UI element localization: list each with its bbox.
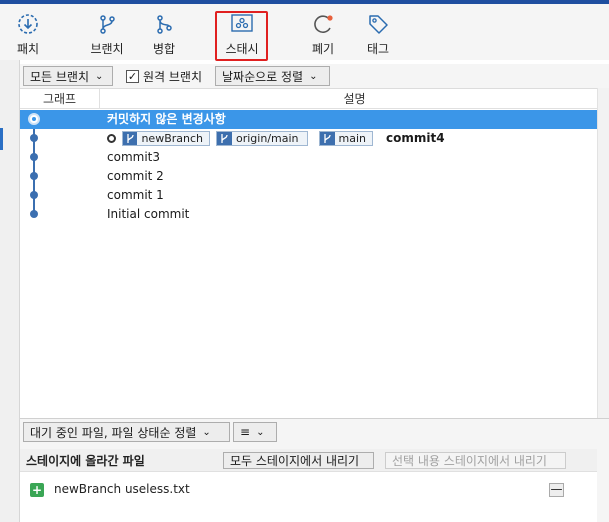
- unstage-selected-label: 선택 내용 스테이지에서 내리기: [392, 454, 547, 468]
- commit-node-icon: [30, 172, 38, 180]
- merge-icon: [153, 10, 175, 38]
- view-mode-dropdown[interactable]: ≡ ⌄: [233, 422, 277, 442]
- commit-message: 커밋하지 않은 변경사항: [107, 112, 226, 126]
- toolbar: 패치 브랜치 병합 스태시 폐기 태그: [0, 4, 609, 61]
- main-branch-tag-label: main: [338, 132, 366, 145]
- staging-panel: 대기 중인 파일, 파일 상태순 정렬 ⌄ ≡ ⌄ 스테이지에 올라간 파일 모…: [20, 418, 609, 522]
- added-file-icon: +: [30, 483, 44, 497]
- unstage-all-label: 모두 스테이지에서 내리기: [230, 454, 360, 468]
- main-branch-tag[interactable]: main: [319, 131, 373, 146]
- sort-dropdown[interactable]: 날짜순으로 정렬 ⌄: [215, 66, 330, 86]
- branch-label: 브랜치: [90, 42, 124, 56]
- filter-bar: 모든 브랜치 ⌄ ✓ 원격 브랜치 날짜순으로 정렬 ⌄: [20, 64, 609, 88]
- commit-node-icon: [30, 153, 38, 161]
- commit-node-icon: [30, 210, 38, 218]
- tag-label: 태그: [366, 42, 390, 56]
- branch-icon: [217, 132, 232, 145]
- discard-icon: [312, 10, 334, 38]
- head-marker-icon: [107, 134, 116, 143]
- column-header: 그래프 설명: [20, 89, 609, 109]
- remote-branches-label: 원격 브랜치: [143, 70, 203, 84]
- branch-tag-label: newBranch: [141, 132, 203, 145]
- working-copy-node-icon: [28, 113, 40, 125]
- branch-icon: [123, 132, 138, 145]
- chevron-down-icon: ⌄: [95, 70, 104, 82]
- remote-branches-checkbox[interactable]: ✓ 원격 브랜치: [126, 68, 202, 85]
- staged-files-header: 스테이지에 올라간 파일 모두 스테이지에서 내리기 선택 내용 스테이지에서 …: [20, 449, 597, 471]
- chevron-down-icon: ⌄: [256, 426, 265, 438]
- commit-button[interactable]: 패치: [6, 10, 50, 60]
- commit-label: 패치: [16, 42, 40, 56]
- chevron-down-icon: ⌄: [309, 70, 318, 82]
- file-name: newBranch useless.txt: [54, 482, 190, 496]
- remote-branch-tag-label: origin/main: [236, 132, 299, 145]
- commit-row[interactable]: commit 2: [20, 167, 609, 186]
- commit-row-uncommitted[interactable]: 커밋하지 않은 변경사항: [20, 110, 609, 129]
- commit-message: commit3: [107, 150, 160, 164]
- checkbox-checked-icon: ✓: [126, 70, 139, 83]
- unstage-selected-button[interactable]: 선택 내용 스테이지에서 내리기: [385, 452, 566, 469]
- commit-row[interactable]: Initial commit: [20, 205, 609, 224]
- commit-row[interactable]: commit3: [20, 148, 609, 167]
- branch-icon: [320, 132, 335, 145]
- sort-label: 날짜순으로 정렬: [222, 69, 304, 84]
- branch-filter-label: 모든 브랜치: [30, 69, 90, 84]
- commit-row[interactable]: newBranch origin/main main commit4: [20, 129, 609, 148]
- file-sort-label: 대기 중인 파일, 파일 상태순 정렬: [30, 425, 197, 440]
- staged-file-row[interactable]: + newBranch useless.txt —: [20, 480, 597, 500]
- stash-highlight: [215, 11, 268, 61]
- commit-message: commit 1: [107, 188, 164, 202]
- branch-filter-dropdown[interactable]: 모든 브랜치 ⌄: [23, 66, 113, 86]
- commit-icon: [17, 10, 39, 38]
- discard-button[interactable]: 폐기: [305, 10, 341, 60]
- file-sort-dropdown[interactable]: 대기 중인 파일, 파일 상태순 정렬 ⌄: [23, 422, 230, 442]
- commit-message: commit4: [386, 131, 445, 145]
- commit-row[interactable]: commit 1: [20, 186, 609, 205]
- chevron-down-icon: ⌄: [202, 426, 211, 438]
- commit-message: Initial commit: [107, 207, 190, 221]
- staged-file-list: + newBranch useless.txt —: [20, 471, 597, 522]
- discard-label: 폐기: [311, 42, 335, 56]
- sidebar-selection-marker: [0, 128, 3, 150]
- merge-button[interactable]: 병합: [144, 10, 184, 60]
- merge-label: 병합: [152, 42, 176, 56]
- tag-button[interactable]: 태그: [360, 10, 396, 60]
- staged-files-title: 스테이지에 올라간 파일: [26, 454, 145, 468]
- branch-tag[interactable]: newBranch: [122, 131, 210, 146]
- commit-message: commit 2: [107, 169, 164, 183]
- branch-icon: [96, 10, 118, 38]
- graph-column-header[interactable]: 그래프: [20, 89, 100, 109]
- unstage-all-button[interactable]: 모두 스테이지에서 내리기: [223, 452, 374, 469]
- commit-node-icon: [30, 134, 38, 142]
- unstage-file-icon[interactable]: —: [549, 483, 564, 497]
- remote-branch-tag[interactable]: origin/main: [216, 131, 308, 146]
- branch-button[interactable]: 브랜치: [84, 10, 130, 60]
- commit-node-icon: [30, 191, 38, 199]
- sidebar-strip[interactable]: [0, 60, 20, 522]
- tag-icon: [367, 10, 389, 38]
- description-column-header[interactable]: 설명: [100, 89, 609, 109]
- list-icon: ≡: [240, 425, 251, 439]
- commit-graph: 그래프 설명 커밋하지 않은 변경사항 newBranch origin/mai…: [20, 88, 609, 418]
